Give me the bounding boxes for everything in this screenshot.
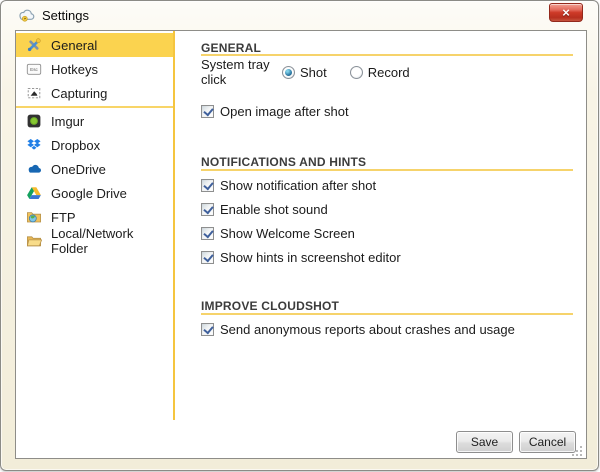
checkbox-box[interactable] — [201, 203, 214, 216]
onedrive-icon — [26, 161, 42, 177]
checkbox-box[interactable] — [201, 227, 214, 240]
system-tray-click-label: System tray click — [201, 57, 282, 87]
svg-text:Esc: Esc — [30, 67, 38, 72]
folder-icon — [26, 233, 42, 249]
checkbox-box[interactable] — [201, 179, 214, 192]
checkbox-label: Send anonymous reports about crashes and… — [220, 322, 515, 337]
checkbox-enable-shot-sound[interactable]: Enable shot sound — [201, 201, 328, 217]
checkbox-box[interactable] — [201, 251, 214, 264]
sidebar-item-dropbox[interactable]: Dropbox — [16, 133, 173, 157]
checkbox-label: Enable shot sound — [220, 202, 328, 217]
radio-option-shot[interactable]: Shot — [282, 65, 327, 80]
sidebar-item-label: Dropbox — [51, 138, 100, 153]
dropbox-icon — [26, 137, 42, 153]
google-drive-icon — [26, 185, 42, 201]
checkbox-box[interactable] — [201, 105, 214, 118]
checkbox-send-anonymous-reports[interactable]: Send anonymous reports about crashes and… — [201, 321, 515, 337]
checkbox-label: Open image after shot — [220, 104, 349, 119]
ftp-icon — [26, 209, 42, 225]
sidebar-item-label: FTP — [51, 210, 76, 225]
section-rule — [201, 313, 573, 315]
close-button[interactable]: × — [549, 3, 583, 22]
checkbox-show-hints-in-editor[interactable]: Show hints in screenshot editor — [201, 249, 401, 265]
save-button[interactable]: Save — [456, 431, 513, 453]
radio-option-record[interactable]: Record — [350, 65, 410, 80]
sidebar-item-local-network-folder[interactable]: Local/Network Folder — [16, 229, 173, 253]
title-bar[interactable]: Settings × — [1, 1, 598, 30]
sidebar-item-capturing[interactable]: Capturing — [16, 81, 173, 105]
tools-icon — [26, 37, 42, 53]
imgur-icon — [26, 113, 42, 129]
radio-label: Shot — [300, 65, 327, 80]
sidebar-item-imgur[interactable]: Imgur — [16, 109, 173, 133]
sidebar-separator — [16, 106, 173, 108]
sidebar: General Esc Hotkeys Cap — [16, 31, 173, 253]
checkbox-label: Show notification after shot — [220, 178, 376, 193]
settings-window: Settings × General — [0, 0, 599, 471]
section-rule — [201, 54, 573, 56]
sidebar-divider-line — [173, 31, 175, 420]
esc-key-icon: Esc — [26, 61, 42, 77]
sidebar-item-label: OneDrive — [51, 162, 106, 177]
close-icon: × — [562, 5, 570, 20]
sidebar-item-label: Imgur — [51, 114, 84, 129]
checkbox-show-notification-after-shot[interactable]: Show notification after shot — [201, 177, 376, 193]
section-title-general: GENERAL — [201, 41, 261, 55]
section-rule — [201, 169, 573, 171]
checkbox-label: Show Welcome Screen — [220, 226, 355, 241]
section-title-notifications: NOTIFICATIONS AND HINTS — [201, 155, 366, 169]
sidebar-item-label: Google Drive — [51, 186, 127, 201]
sidebar-item-google-drive[interactable]: Google Drive — [16, 181, 173, 205]
sidebar-item-onedrive[interactable]: OneDrive — [16, 157, 173, 181]
checkbox-box[interactable] — [201, 323, 214, 336]
cancel-button[interactable]: Cancel — [519, 431, 576, 453]
checkbox-open-image-after-shot[interactable]: Open image after shot — [201, 103, 349, 119]
section-title-improve-cloudshot: IMPROVE CLOUDSHOT — [201, 299, 339, 313]
settings-panel: General Esc Hotkeys Cap — [15, 30, 587, 459]
sidebar-item-label: General — [51, 38, 97, 53]
radio-button-record[interactable] — [350, 66, 363, 79]
sidebar-item-hotkeys[interactable]: Esc Hotkeys — [16, 57, 173, 81]
radio-button-shot[interactable] — [282, 66, 295, 79]
window-title: Settings — [42, 8, 89, 23]
sidebar-item-label: Capturing — [51, 86, 107, 101]
system-tray-click-row: System tray click Shot Record — [201, 64, 433, 80]
capture-region-icon — [26, 85, 42, 101]
resize-grip[interactable] — [572, 444, 583, 455]
sidebar-item-general[interactable]: General — [16, 33, 173, 57]
checkbox-show-welcome-screen[interactable]: Show Welcome Screen — [201, 225, 355, 241]
sidebar-item-label: Local/Network Folder — [51, 226, 173, 256]
radio-label: Record — [368, 65, 410, 80]
sidebar-item-label: Hotkeys — [51, 62, 98, 77]
checkbox-label: Show hints in screenshot editor — [220, 250, 401, 265]
cloudshot-app-icon — [17, 6, 36, 25]
